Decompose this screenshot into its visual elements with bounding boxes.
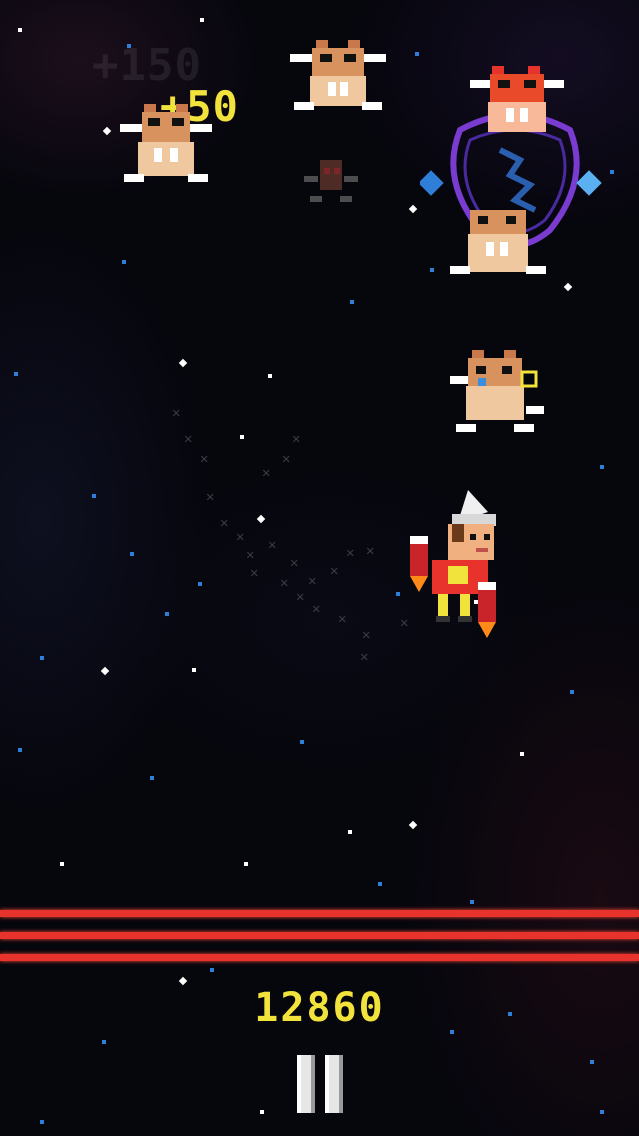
star [408,820,418,830]
star [415,52,419,56]
star [92,494,96,498]
star [378,882,382,886]
star [18,28,22,32]
enemy-boss-shielded [420,66,602,274]
spark: ✕ [200,451,209,467]
star [610,170,614,174]
spark: ✕ [184,431,193,447]
star [268,374,272,378]
star [210,968,214,972]
game-screen[interactable]: +150 +50 ✕ ✕ ✕ ✕ ✕ ✕ ✕ ✕ ✕ ✕ ✕ ✕ ✕ ✕ ✕ ✕… [0,0,639,1136]
star [165,612,169,616]
star [40,656,44,660]
star [130,552,134,556]
star [300,740,304,744]
spark: ✕ [366,543,375,559]
star [256,514,266,524]
spark: ✕ [346,545,355,561]
enemy-critter [290,40,386,110]
star [60,862,64,866]
spark: ✕ [330,563,339,579]
score-display: 12860 [254,985,385,1031]
spark: ✕ [172,405,181,421]
spark: ✕ [246,547,255,563]
star [348,830,352,834]
star [150,776,154,780]
star [260,1110,264,1114]
spark: ✕ [236,529,245,545]
laser-line [0,932,639,939]
star [600,1110,604,1114]
pause-icon [325,1055,343,1113]
star [100,666,110,676]
spark: ✕ [250,565,259,581]
star [350,300,354,304]
star [40,1120,44,1124]
laser-line [0,910,639,917]
enemy-defeated [304,160,358,202]
star [408,204,418,214]
star [600,465,604,469]
star [178,976,188,986]
spark: ✕ [206,489,215,505]
spark: ✕ [262,465,271,481]
spark: ✕ [362,627,371,643]
star [178,358,188,368]
star [102,1040,106,1044]
star [570,690,574,694]
star [470,900,474,904]
star [240,435,244,439]
spark: ✕ [338,611,347,627]
star [590,1060,594,1064]
spark: ✕ [220,515,229,531]
pause-button[interactable] [290,1055,350,1115]
star [192,668,196,672]
star [122,260,126,264]
player-hero[interactable] [388,490,518,640]
spark: ✕ [280,575,289,591]
spark: ✕ [292,431,301,447]
enemy-critter-hurt [450,350,544,432]
spark: ✕ [296,589,305,605]
star [18,748,22,752]
laser-barrier [0,906,639,966]
spark: ✕ [308,573,317,589]
spark: ✕ [360,649,369,665]
star [198,582,202,586]
enemy-critter [120,104,212,182]
spark: ✕ [282,451,291,467]
spark: ✕ [268,537,277,553]
laser-line [0,954,639,961]
star [200,18,204,22]
star [520,752,524,756]
spark: ✕ [312,601,321,617]
spark: ✕ [290,555,299,571]
star [102,126,112,136]
star [14,372,18,376]
pause-icon [297,1055,315,1113]
star [244,862,248,866]
